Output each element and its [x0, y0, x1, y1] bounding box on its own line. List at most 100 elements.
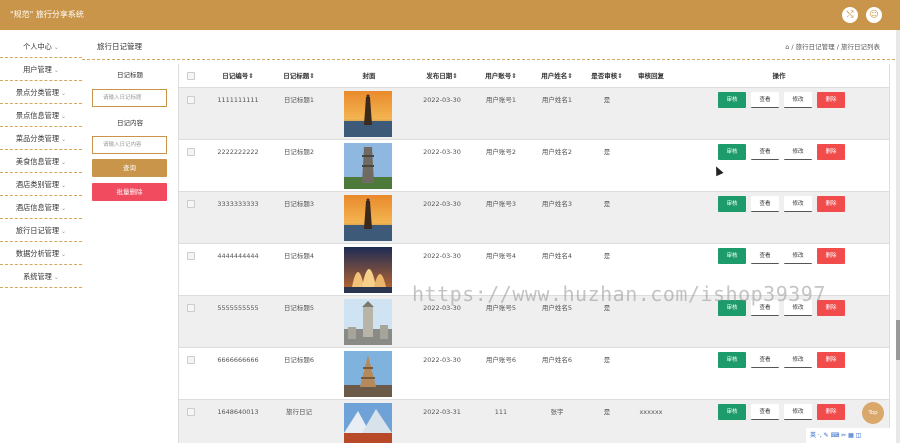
cover-image[interactable] — [344, 195, 392, 241]
breadcrumb: ⌂ / 旅行日记管理 / 旅行日记列表 — [785, 41, 880, 51]
delete-button[interactable]: 删除 — [817, 196, 845, 212]
column-header[interactable]: 发布日期⇕ — [409, 64, 475, 88]
shuffle-icon[interactable]: ⤭ — [842, 7, 858, 23]
sidebar-item[interactable]: 酒店类别管理 ⌄ — [0, 174, 82, 196]
table-row: 1111111111 日记标题1 2022-03-30 用户账号1 用户姓名1 是审核 查看… — [179, 88, 889, 140]
edit-button[interactable]: 修改 — [784, 144, 812, 160]
cover-image[interactable] — [344, 403, 392, 443]
cell-audited: 是 — [603, 408, 611, 416]
cell-account: 用户账号2 — [485, 148, 517, 156]
sidebar-item[interactable]: 系统管理 ⌄ — [0, 266, 82, 288]
header-divider — [82, 59, 900, 60]
column-header: 封面 — [362, 72, 376, 80]
sidebar-item-label: 个人中心 — [23, 42, 52, 51]
cell-audited: 是 — [603, 200, 611, 208]
cell-account: 111 — [494, 408, 508, 416]
audit-button[interactable]: 审核 — [718, 92, 746, 108]
user-icon[interactable]: ☺ — [866, 7, 882, 23]
table-row: 6666666666 日记标题6 2022-03-30 用户账号6 用户姓名6 是审核 查看… — [179, 348, 889, 400]
sidebar: 个人中心 ⌄ 用户管理 ⌄ 景点分类管理 ⌄ 景点信息管理 ⌄ 菜品分类管理 ⌄ 美食信息管理 ⌄ 酒店… — [0, 30, 82, 443]
edit-button[interactable]: 修改 — [784, 196, 812, 212]
cell-audited: 是 — [603, 356, 611, 364]
view-button[interactable]: 查看 — [751, 248, 779, 264]
content-filter-input[interactable]: 请输入日记内容 — [92, 136, 167, 154]
delete-button[interactable]: 删除 — [817, 352, 845, 368]
cell-title: 日记标题2 — [283, 148, 315, 156]
cell-date: 2022-03-30 — [423, 148, 461, 156]
delete-button[interactable]: 删除 — [817, 248, 845, 264]
chevron-down-icon: ⌄ — [61, 113, 67, 120]
cell-date: 2022-03-30 — [423, 356, 461, 364]
content-filter-label: 日记内容 — [117, 119, 143, 127]
cover-image[interactable] — [344, 351, 392, 397]
batch-delete-button[interactable]: 批量删除 — [92, 183, 167, 201]
sidebar-item-label: 酒店类别管理 — [15, 180, 60, 189]
sidebar-item-label: 景点分类管理 — [15, 88, 60, 97]
delete-button[interactable]: 删除 — [817, 404, 845, 420]
chevron-down-icon: ⌄ — [61, 90, 67, 97]
view-button[interactable]: 查看 — [751, 352, 779, 368]
sidebar-item[interactable]: 美食信息管理 ⌄ — [0, 151, 82, 173]
chevron-down-icon: ⌄ — [61, 159, 67, 166]
view-button[interactable]: 查看 — [751, 404, 779, 420]
table-row: 1648640013 旅行日记 2022-03-31 111 张宇是 xxxxxx 审核 查看… — [179, 400, 889, 443]
cell-reply — [627, 192, 675, 244]
audit-button[interactable]: 审核 — [718, 352, 746, 368]
edit-button[interactable]: 修改 — [784, 92, 812, 108]
cell-name: 用户姓名3 — [541, 200, 573, 208]
delete-button[interactable]: 删除 — [817, 92, 845, 108]
cell-name: 用户姓名6 — [541, 356, 573, 364]
page-title: 旅行日记管理 — [97, 42, 142, 51]
home-icon[interactable]: ⌂ — [785, 43, 789, 51]
view-button[interactable]: 查看 — [751, 144, 779, 160]
cell-date: 2022-03-30 — [423, 96, 461, 104]
audit-button[interactable]: 审核 — [718, 248, 746, 264]
cell-name: 用户姓名2 — [541, 148, 573, 156]
edit-button[interactable]: 修改 — [784, 352, 812, 368]
column-header: 审核回复 — [638, 72, 664, 80]
title-filter-label: 日记标题 — [117, 71, 143, 79]
cell-reply — [627, 88, 675, 140]
column-header[interactable]: 日记标题⇕ — [259, 64, 339, 88]
audit-button[interactable]: 审核 — [718, 196, 746, 212]
title-filter-input[interactable]: 请输入日记标题 — [92, 89, 167, 107]
cover-image[interactable] — [344, 143, 392, 189]
view-button[interactable]: 查看 — [751, 196, 779, 212]
cell-title: 日记标题5 — [283, 304, 315, 312]
scrollbar[interactable] — [896, 30, 900, 443]
sidebar-item[interactable]: 旅行日记管理 ⌄ — [0, 220, 82, 242]
chevron-down-icon: ⌄ — [53, 67, 59, 74]
scrollbar-thumb[interactable] — [896, 320, 900, 360]
ime-toolbar[interactable]: 英 ·, ✎ ⌨ ✂ ▦ ◫ — [806, 428, 900, 443]
cover-image[interactable] — [344, 299, 392, 345]
cover-image[interactable] — [344, 247, 392, 293]
sidebar-item[interactable]: 菜品分类管理 ⌄ — [0, 128, 82, 150]
chevron-down-icon: ⌄ — [61, 251, 67, 258]
search-button[interactable]: 查询 — [92, 159, 167, 177]
sidebar-item[interactable]: 数据分析管理 ⌄ — [0, 243, 82, 265]
edit-button[interactable]: 修改 — [784, 248, 812, 264]
sidebar-item-label: 系统管理 — [23, 272, 52, 281]
cell-reply — [627, 348, 675, 400]
cell-account: 用户账号3 — [485, 200, 517, 208]
sidebar-item[interactable]: 酒店信息管理 ⌄ — [0, 197, 82, 219]
sidebar-item[interactable]: 景点分类管理 ⌄ — [0, 82, 82, 104]
back-to-top-button[interactable]: Top — [862, 402, 884, 424]
sidebar-item-label: 景点信息管理 — [15, 111, 60, 120]
column-header[interactable]: 是否审核⇕ — [587, 64, 627, 88]
sidebar-item-label: 美食信息管理 — [15, 157, 60, 166]
cover-image[interactable] — [344, 91, 392, 137]
breadcrumb-path[interactable]: / 旅行日记管理 / 旅行日记列表 — [791, 43, 880, 51]
edit-button[interactable]: 修改 — [784, 404, 812, 420]
delete-button[interactable]: 删除 — [817, 144, 845, 160]
sidebar-item[interactable]: 个人中心 ⌄ — [0, 36, 82, 58]
view-button[interactable]: 查看 — [751, 92, 779, 108]
column-header[interactable]: 用户姓名⇕ — [527, 64, 587, 88]
filter-panel: 日记标题 请输入日记标题 日记内容 请输入日记内容 查询 批量删除 — [88, 62, 172, 443]
sidebar-item[interactable]: 景点信息管理 ⌄ — [0, 105, 82, 127]
audit-button[interactable]: 审核 — [718, 404, 746, 420]
sidebar-item[interactable]: 用户管理 ⌄ — [0, 59, 82, 81]
column-header[interactable]: 用户账号⇕ — [469, 64, 533, 88]
cell-account: 用户账号6 — [485, 356, 517, 364]
audit-button[interactable]: 审核 — [718, 144, 746, 160]
